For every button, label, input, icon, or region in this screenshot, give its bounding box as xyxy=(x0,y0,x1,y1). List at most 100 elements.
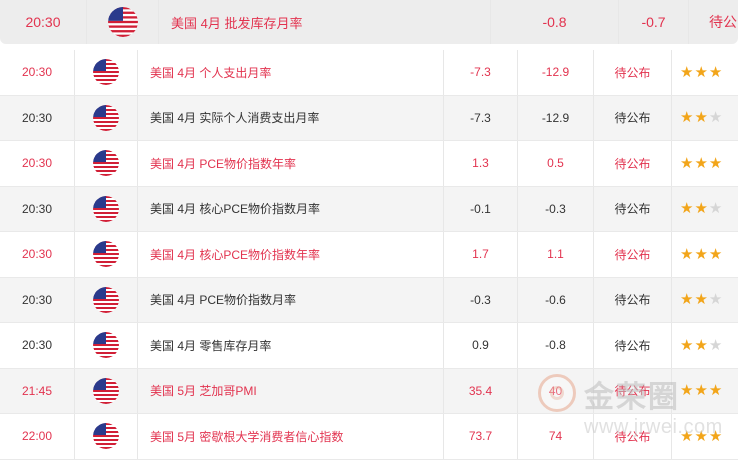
prior-value: 0.9 xyxy=(443,323,517,368)
importance-stars: ★ ★ ★ xyxy=(671,368,738,413)
event-time: 20:30 xyxy=(21,247,53,262)
event-time: 21:45 xyxy=(21,383,53,398)
importance-stars: ★ ★ ★ xyxy=(671,414,738,459)
prior-value: -7.3 xyxy=(443,50,517,95)
prior-value: 1.7 xyxy=(443,232,517,277)
importance-star-icon: ★ xyxy=(680,63,694,81)
us-flag-icon xyxy=(93,423,119,450)
importance-star-icon: ★ xyxy=(680,336,694,354)
event-time: 20:30 xyxy=(21,65,53,80)
table-row[interactable]: 20:30 美国 4月 零售库存月率 0.9 -0.8 待公布 ★ ★ ★ xyxy=(0,323,738,369)
actual-value: 待公布 xyxy=(593,323,671,368)
event-time: 20:30 xyxy=(21,201,53,216)
importance-stars: ★ ★ ★ xyxy=(671,323,738,368)
prior-value: 73.7 xyxy=(443,414,517,459)
table-row[interactable]: 20:30 美国 4月 核心PCE物价指数月率 -0.1 -0.3 待公布 ★ ★ ★ xyxy=(0,186,738,232)
importance-star-icon: ★ xyxy=(708,245,723,263)
table-row[interactable]: 22:00 美国 5月 密歇根大学消费者信心指数 73.7 74 待公布 ★ ★ ★ xyxy=(0,414,738,460)
top-event-row[interactable]: 20:30 美国 4月 批发库存月率 -0.8 -0.7 待公 xyxy=(0,0,738,44)
event-name[interactable]: 美国 4月 PCE物价指数年率 xyxy=(137,141,443,186)
event-time: 20:30 xyxy=(21,338,53,353)
importance-star-icon: ★ xyxy=(694,154,708,172)
country-flag-cell xyxy=(74,141,137,186)
event-time: 20:30 xyxy=(21,110,53,125)
forecast-value: -0.7 xyxy=(618,0,688,44)
forecast-value: -0.3 xyxy=(517,186,593,231)
actual-value: 待公布 xyxy=(593,95,671,140)
prior-value: -0.8 xyxy=(490,0,618,44)
importance-star-icon: ★ xyxy=(694,291,708,309)
actual-value: 待公布 xyxy=(593,186,671,231)
importance-stars: ★ ★ ★ xyxy=(671,50,738,95)
us-flag-icon xyxy=(107,7,138,37)
actual-value: 待公 xyxy=(688,0,738,44)
event-time: 20:30 xyxy=(21,292,53,307)
table-row[interactable]: 20:30 美国 4月 PCE物价指数月率 -0.3 -0.6 待公布 ★ ★ ★ xyxy=(0,277,738,323)
event-time: 22:00 xyxy=(21,429,53,444)
importance-star-icon: ★ xyxy=(694,245,708,263)
us-flag-icon xyxy=(93,150,119,177)
event-name[interactable]: 美国 4月 个人支出月率 xyxy=(137,50,443,95)
us-flag-icon xyxy=(93,241,119,268)
importance-star-icon: ★ xyxy=(708,336,723,354)
importance-star-icon: ★ xyxy=(680,154,694,172)
event-name[interactable]: 美国 4月 零售库存月率 xyxy=(137,323,443,368)
importance-stars: ★ ★ ★ xyxy=(671,95,738,140)
table-row[interactable]: 20:30 美国 4月 实际个人消费支出月率 -7.3 -12.9 待公布 ★ ★ ★ xyxy=(0,95,738,141)
table-row[interactable]: 20:30 美国 4月 个人支出月率 -7.3 -12.9 待公布 ★ ★ ★ xyxy=(0,50,738,96)
importance-star-icon: ★ xyxy=(708,109,723,127)
importance-stars: ★ ★ ★ xyxy=(671,186,738,231)
importance-stars: ★ ★ ★ xyxy=(671,232,738,277)
forecast-value: -0.8 xyxy=(517,323,593,368)
prior-value: 1.3 xyxy=(443,141,517,186)
us-flag-icon xyxy=(93,286,119,313)
event-name[interactable]: 美国 4月 核心PCE物价指数月率 xyxy=(137,186,443,231)
us-flag-icon xyxy=(93,195,119,222)
importance-star-icon: ★ xyxy=(680,291,694,309)
actual-value: 待公布 xyxy=(593,414,671,459)
importance-star-icon: ★ xyxy=(694,427,708,445)
forecast-value: -12.9 xyxy=(517,50,593,95)
importance-stars: ★ ★ ★ xyxy=(671,141,738,186)
importance-star-icon: ★ xyxy=(694,109,708,127)
us-flag-icon xyxy=(93,104,119,131)
importance-stars: ★ ★ ★ xyxy=(671,277,738,322)
table-row[interactable]: 20:30 美国 4月 核心PCE物价指数年率 1.7 1.1 待公布 ★ ★ ★ xyxy=(0,232,738,278)
importance-star-icon: ★ xyxy=(708,200,723,218)
country-flag-cell xyxy=(74,323,137,368)
country-flag-cell xyxy=(74,232,137,277)
event-name[interactable]: 美国 4月 PCE物价指数月率 xyxy=(137,277,443,322)
event-name[interactable]: 美国 5月 芝加哥PMI xyxy=(137,368,443,413)
event-name[interactable]: 美国 5月 密歇根大学消费者信心指数 xyxy=(137,414,443,459)
importance-star-icon: ★ xyxy=(694,336,708,354)
forecast-value: 40 xyxy=(517,368,593,413)
importance-star-icon: ★ xyxy=(680,382,694,400)
importance-star-icon: ★ xyxy=(708,154,723,172)
importance-star-icon: ★ xyxy=(708,63,723,81)
event-name[interactable]: 美国 4月 核心PCE物价指数年率 xyxy=(137,232,443,277)
us-flag-icon xyxy=(93,59,119,86)
importance-star-icon: ★ xyxy=(694,382,708,400)
event-name[interactable]: 美国 4月 实际个人消费支出月率 xyxy=(137,95,443,140)
forecast-value: 0.5 xyxy=(517,141,593,186)
prior-value: 35.4 xyxy=(443,368,517,413)
table-row[interactable]: 20:30 美国 4月 PCE物价指数年率 1.3 0.5 待公布 ★ ★ ★ xyxy=(0,141,738,187)
importance-star-icon: ★ xyxy=(694,63,708,81)
country-flag-cell xyxy=(74,414,137,459)
importance-star-icon: ★ xyxy=(708,291,723,309)
us-flag-icon xyxy=(93,332,119,359)
country-flag-cell xyxy=(74,186,137,231)
event-time: 20:30 xyxy=(21,156,53,171)
table-row[interactable]: 21:45 美国 5月 芝加哥PMI 35.4 40 待公布 ★ ★ ★ xyxy=(0,368,738,414)
actual-value: 待公布 xyxy=(593,368,671,413)
country-flag-cell xyxy=(74,368,137,413)
prior-value: -0.3 xyxy=(443,277,517,322)
prior-value: -0.1 xyxy=(443,186,517,231)
prior-value: -7.3 xyxy=(443,95,517,140)
country-flag-cell xyxy=(74,50,137,95)
country-flag-cell xyxy=(86,0,158,44)
importance-star-icon: ★ xyxy=(708,427,723,445)
country-flag-cell xyxy=(74,95,137,140)
event-name[interactable]: 美国 4月 批发库存月率 xyxy=(158,0,490,44)
actual-value: 待公布 xyxy=(593,141,671,186)
